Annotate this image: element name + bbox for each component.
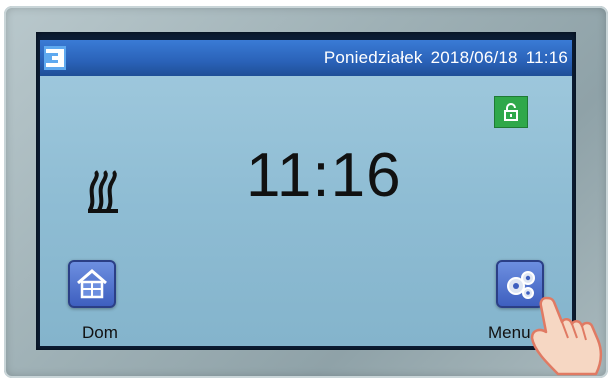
home-label[interactable]: Dom: [82, 323, 118, 343]
header-date: 2018/06/18: [430, 48, 518, 67]
main-clock: 11:16: [246, 141, 402, 210]
header-time: 11:16: [525, 48, 568, 67]
home-button[interactable]: [68, 260, 116, 308]
header-day: Poniedziałek: [323, 48, 423, 67]
pointing-hand-icon: [530, 296, 602, 376]
header-datetime: Poniedziałek 2018/06/18 11:16: [316, 48, 568, 68]
unlocked-padlock-icon[interactable]: [494, 96, 528, 128]
house-icon: [77, 269, 107, 299]
brand-logo-icon: [44, 46, 66, 70]
padlock-glyph: [504, 103, 518, 121]
radiator-heating-icon: [88, 170, 118, 213]
